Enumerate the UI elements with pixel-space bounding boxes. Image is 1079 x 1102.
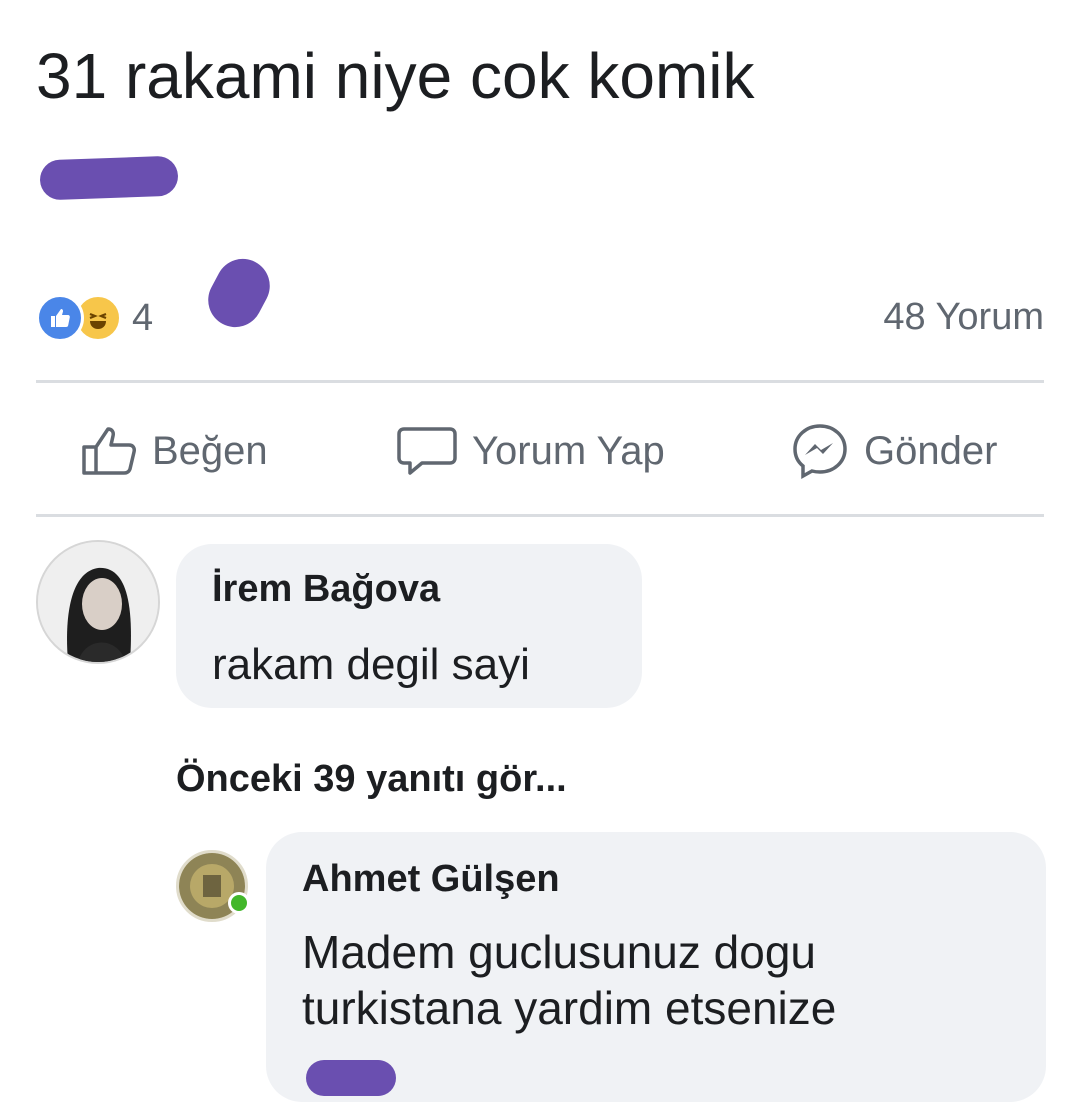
reaction-count: 4 <box>132 296 154 339</box>
avatar[interactable] <box>36 540 160 664</box>
send-button[interactable]: Gönder <box>790 420 997 482</box>
reactions-summary[interactable]: 4 <box>36 294 153 342</box>
comment-button[interactable]: Yorum Yap <box>396 420 665 482</box>
post-text: 31 rakami niye cok komik <box>36 40 755 112</box>
divider <box>36 380 1044 383</box>
comment-text: rakam degil sayi <box>212 640 530 689</box>
comment-label: Yorum Yap <box>472 428 665 473</box>
redaction-mark <box>306 1060 396 1096</box>
view-previous-replies-link[interactable]: Önceki 39 yanıtı gör... <box>176 758 567 801</box>
thumbs-up-icon <box>82 427 136 475</box>
comment-bubble-icon <box>397 427 457 475</box>
online-status-indicator <box>228 892 250 914</box>
like-button[interactable]: Beğen <box>80 420 268 482</box>
like-reaction-icon <box>36 294 84 342</box>
divider <box>36 514 1044 517</box>
reply-author-name[interactable]: Ahmet Gülşen <box>302 858 560 901</box>
reply-text: Madem guclusunuz dogu turkistana yardim … <box>302 926 837 1034</box>
comment-count-link[interactable]: 48 Yorum <box>883 296 1044 339</box>
redacted-author-name <box>39 155 179 201</box>
messenger-icon <box>793 424 847 479</box>
redaction-mark <box>198 249 280 337</box>
comment-author-name[interactable]: İrem Bağova <box>212 568 440 611</box>
like-label: Beğen <box>152 428 268 473</box>
send-label: Gönder <box>864 428 998 473</box>
